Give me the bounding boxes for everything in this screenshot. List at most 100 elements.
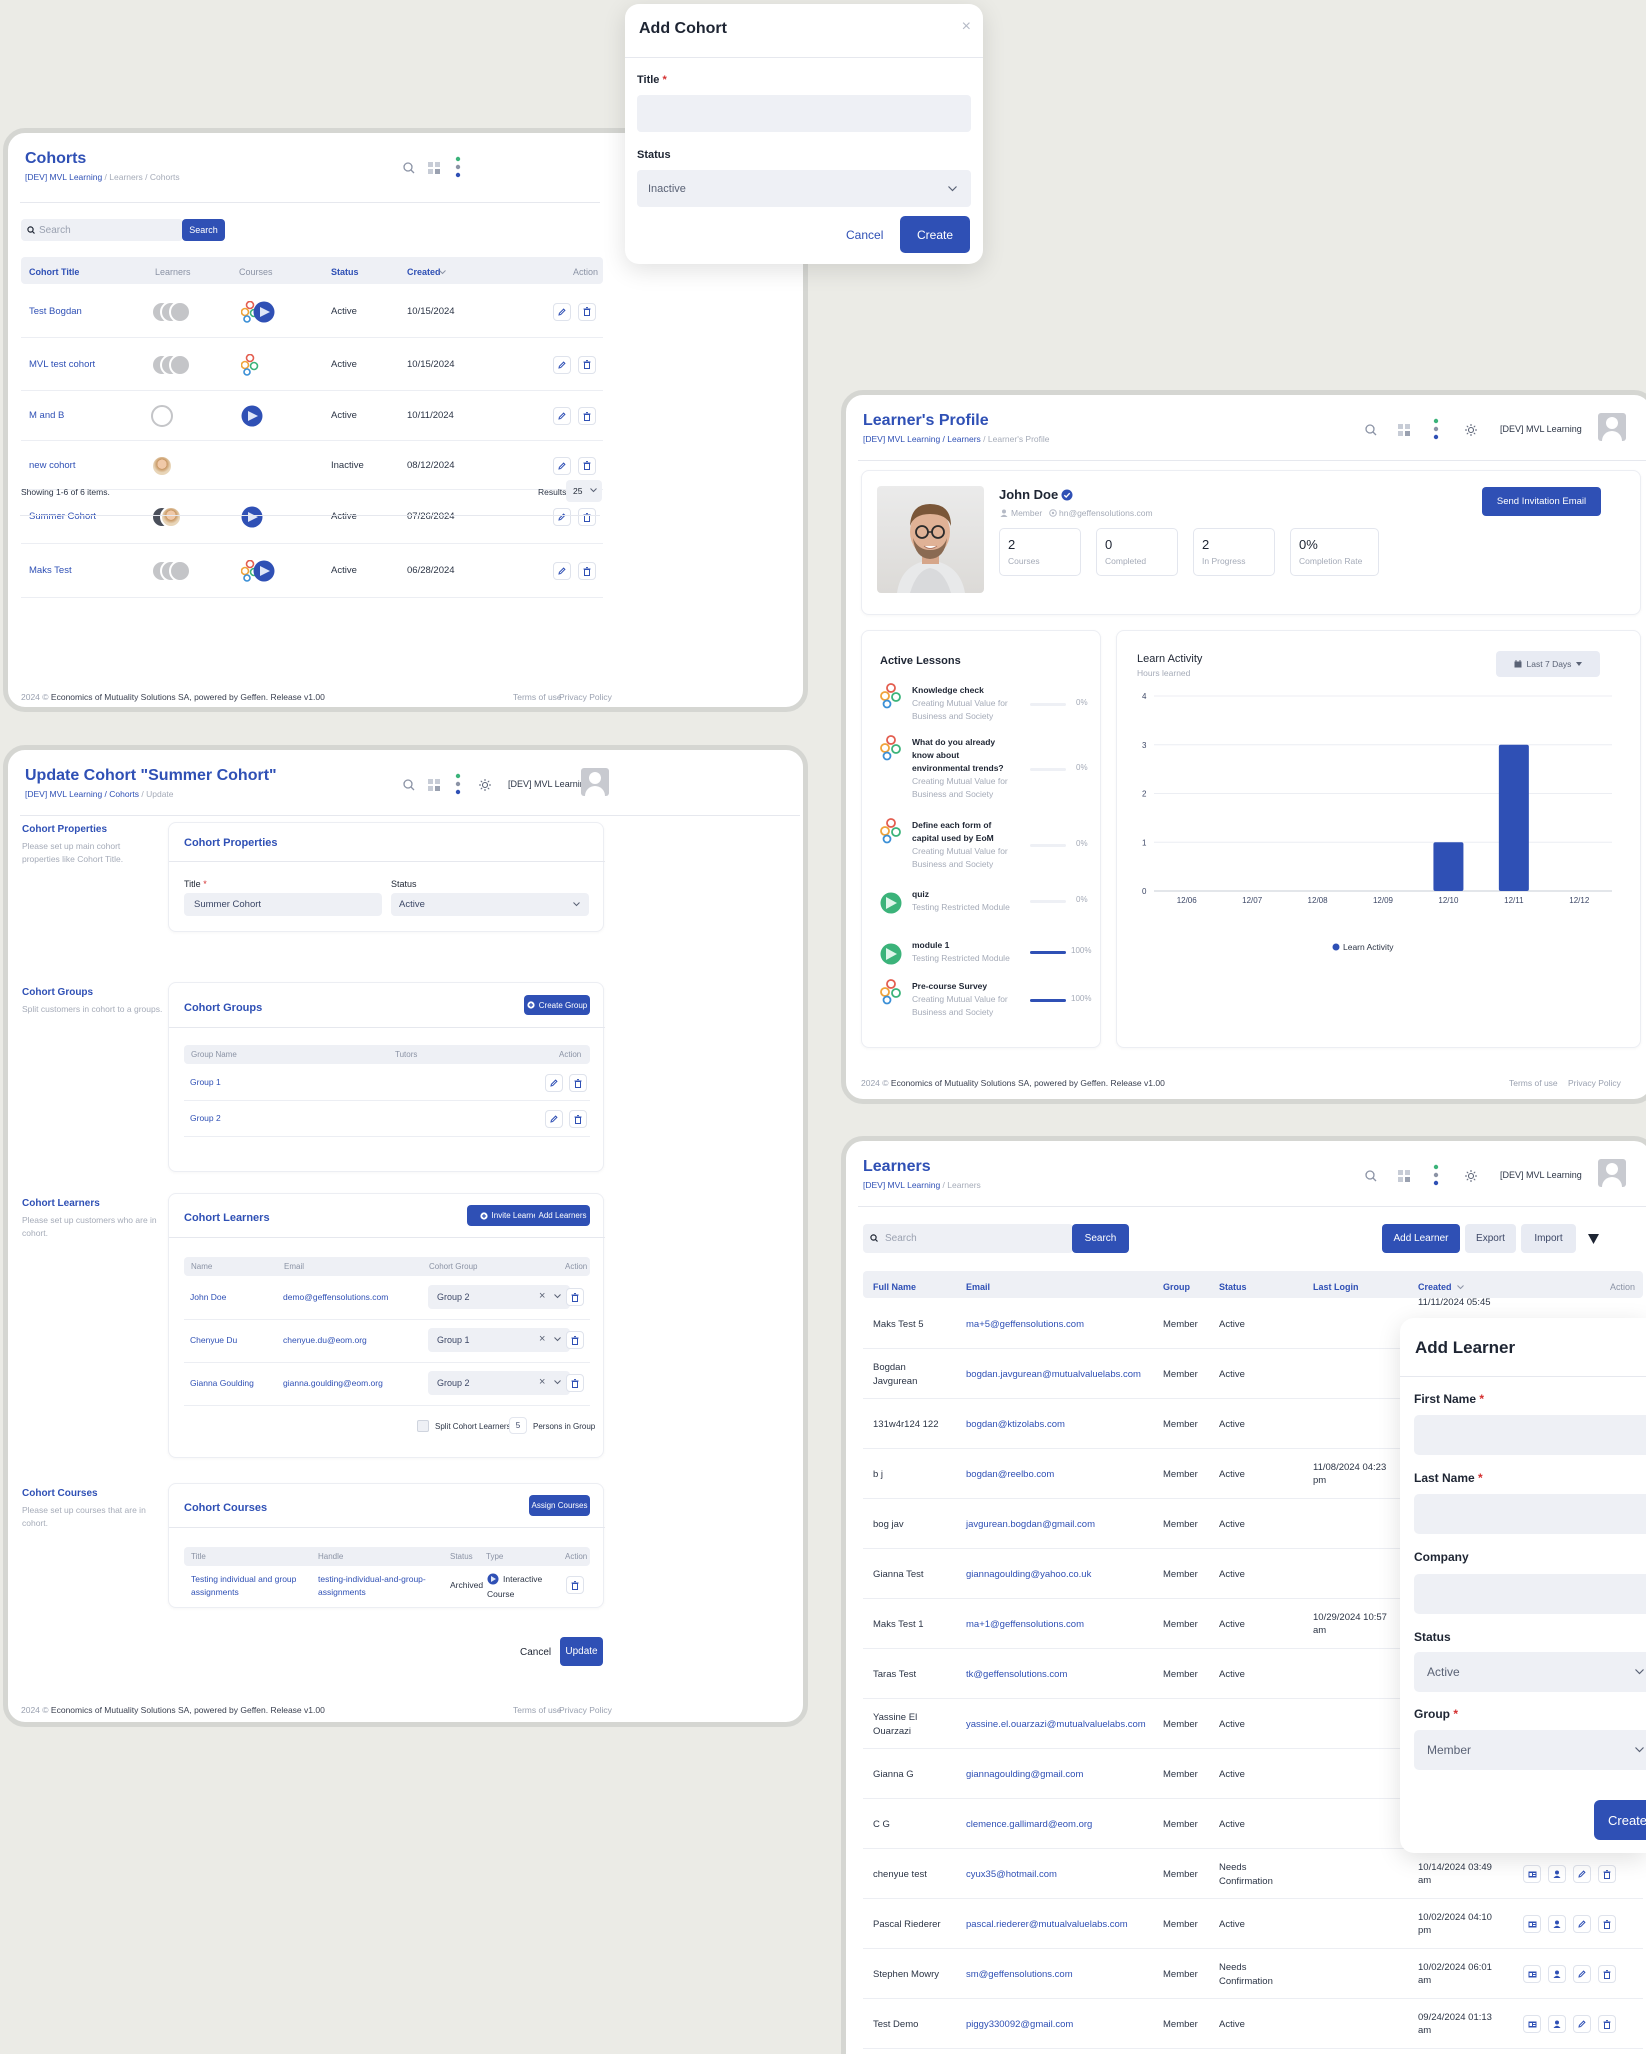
delete-button[interactable]: [566, 1374, 584, 1392]
lesson-item[interactable]: Define each form of capital used by EoM Cr…: [880, 818, 1090, 889]
export-button[interactable]: Export: [1465, 1224, 1516, 1253]
delete-button[interactable]: [578, 407, 596, 425]
impersonate-button[interactable]: [1548, 1915, 1566, 1933]
avatar[interactable]: [1598, 413, 1626, 441]
date-range-button[interactable]: Last 7 Days: [1496, 651, 1600, 677]
search-icon[interactable]: [402, 778, 416, 792]
delete-course-button[interactable]: [566, 1576, 584, 1594]
apps-grid-icon[interactable]: [1397, 1169, 1411, 1183]
col-group[interactable]: Group: [1163, 1282, 1190, 1292]
learner-email-link[interactable]: chenyue.du@eom.org: [283, 1335, 367, 1345]
cohort-title-link[interactable]: Summer Cohort: [29, 511, 96, 522]
status-select[interactable]: Active: [391, 893, 589, 916]
sort-icon[interactable]: [1456, 1282, 1464, 1292]
email-link[interactable]: piggy330092@gmail.com: [966, 2019, 1073, 2030]
lesson-item[interactable]: quiz Testing Restricted Module 0%: [880, 889, 1090, 940]
lesson-item[interactable]: Knowledge check Creating Mutual Value for…: [880, 683, 1090, 737]
breadcrumb-root[interactable]: [DEV] MVL Learning: [25, 172, 102, 182]
title-input[interactable]: [637, 95, 971, 132]
email-link[interactable]: yassine.el.ouarzazi@mutualvaluelabs.com: [966, 1719, 1146, 1730]
title-input[interactable]: Summer Cohort: [184, 893, 382, 916]
lesson-item[interactable]: module 1 Testing Restricted Module 100%: [880, 940, 1091, 981]
org-name[interactable]: [DEV] MVL Learning: [1500, 1170, 1582, 1180]
email-link[interactable]: ma+1@geffensolutions.com: [966, 1619, 1084, 1630]
create-button[interactable]: Create: [1594, 1800, 1646, 1840]
delete-button[interactable]: [578, 302, 596, 321]
update-button[interactable]: Update: [560, 1637, 603, 1666]
sort-icon[interactable]: [438, 267, 446, 277]
clear-icon[interactable]: ×: [539, 1376, 545, 1388]
org-name[interactable]: [DEV] MVL Learning: [1500, 424, 1582, 434]
impersonate-button[interactable]: [1548, 1965, 1566, 1983]
delete-button[interactable]: [578, 562, 596, 580]
status-select[interactable]: Active: [1414, 1652, 1646, 1692]
delete-button[interactable]: [569, 1074, 587, 1092]
email-link[interactable]: tk@geffensolutions.com: [966, 1669, 1067, 1680]
delete-button[interactable]: [578, 355, 596, 374]
privacy-link[interactable]: Privacy Policy: [559, 1705, 612, 1715]
view-profile-button[interactable]: [1523, 1915, 1541, 1933]
view-profile-button[interactable]: [1523, 2015, 1541, 2033]
edit-button[interactable]: [553, 355, 571, 374]
split-count-input[interactable]: 5: [509, 1417, 527, 1434]
learner-email-link[interactable]: demo@geffensolutions.com: [283, 1292, 388, 1302]
sun-icon[interactable]: [478, 778, 492, 792]
email-link[interactable]: cyux35@hotmail.com: [966, 1869, 1057, 1880]
last-name-input[interactable]: [1414, 1494, 1646, 1534]
course-handle-line1[interactable]: testing-individual-and-group-: [318, 1574, 426, 1584]
edit-button[interactable]: [553, 508, 571, 526]
search-button[interactable]: Search: [1072, 1224, 1129, 1253]
status-select[interactable]: Inactive: [637, 170, 971, 207]
view-profile-button[interactable]: [1523, 1965, 1541, 1983]
split-checkbox[interactable]: [417, 1420, 429, 1432]
search-button[interactable]: Search: [182, 219, 225, 241]
connection-dots-icon[interactable]: [453, 155, 463, 179]
lesson-item[interactable]: Pre-course Survey Creating Mutual Value f…: [880, 979, 1091, 1031]
connection-dots-icon[interactable]: [1431, 417, 1441, 441]
edit-button[interactable]: [545, 1074, 563, 1092]
clear-icon[interactable]: ×: [539, 1290, 545, 1302]
edit-button[interactable]: [1573, 1915, 1591, 1933]
cohort-title-link[interactable]: M and B: [29, 410, 64, 421]
privacy-link[interactable]: Privacy Policy: [559, 692, 612, 702]
col-full-name[interactable]: Full Name: [873, 1282, 916, 1292]
delete-button[interactable]: [1598, 1915, 1616, 1933]
connection-dots-icon[interactable]: [1431, 1163, 1441, 1187]
cohort-title-link[interactable]: MVL test cohort: [29, 359, 95, 370]
delete-button[interactable]: [1598, 1865, 1616, 1883]
delete-button[interactable]: [569, 1110, 587, 1128]
email-link[interactable]: giannagoulding@yahoo.co.uk: [966, 1569, 1091, 1580]
search-icon[interactable]: [402, 161, 416, 175]
apps-grid-icon[interactable]: [1397, 423, 1411, 437]
edit-button[interactable]: [553, 407, 571, 425]
create-group-button[interactable]: Create Group: [524, 995, 590, 1015]
email-link[interactable]: ma+5@geffensolutions.com: [966, 1319, 1084, 1330]
delete-button[interactable]: [578, 508, 596, 526]
group-name-link[interactable]: Group 1: [190, 1077, 221, 1087]
email-link[interactable]: bogdan.javgurean@mutualvaluelabs.com: [966, 1369, 1141, 1380]
results-per-page-select[interactable]: 25: [566, 480, 602, 502]
cohort-group-select[interactable]: Group 2 ×: [428, 1371, 570, 1395]
search-icon[interactable]: [1364, 423, 1378, 437]
breadcrumb-cohorts[interactable]: / Cohorts: [102, 789, 140, 799]
col-email[interactable]: Email: [966, 1282, 990, 1292]
avatar[interactable]: [581, 768, 609, 796]
col-status[interactable]: Status: [1219, 1282, 1247, 1292]
terms-link[interactable]: Terms of use: [513, 692, 562, 702]
send-invitation-button[interactable]: Send Invitation Email: [1482, 487, 1601, 516]
avatar[interactable]: [1598, 1159, 1626, 1187]
first-name-input[interactable]: [1414, 1415, 1646, 1455]
create-button[interactable]: Create: [900, 216, 970, 253]
course-title-line1[interactable]: Testing individual and group: [191, 1574, 296, 1584]
edit-button[interactable]: [1573, 1865, 1591, 1883]
lesson-item[interactable]: What do you already know about environment…: [880, 735, 1090, 820]
delete-button[interactable]: [578, 456, 596, 475]
email-link[interactable]: bogdan@reelbo.com: [966, 1469, 1054, 1480]
add-learner-button[interactable]: Add Learner: [1382, 1224, 1460, 1253]
bar[interactable]: [1433, 842, 1464, 891]
apps-grid-icon[interactable]: [427, 161, 441, 175]
bar[interactable]: [1498, 744, 1529, 891]
impersonate-button[interactable]: [1548, 1865, 1566, 1883]
filter-icon[interactable]: [1586, 1232, 1600, 1246]
sun-icon[interactable]: [1464, 1169, 1478, 1183]
